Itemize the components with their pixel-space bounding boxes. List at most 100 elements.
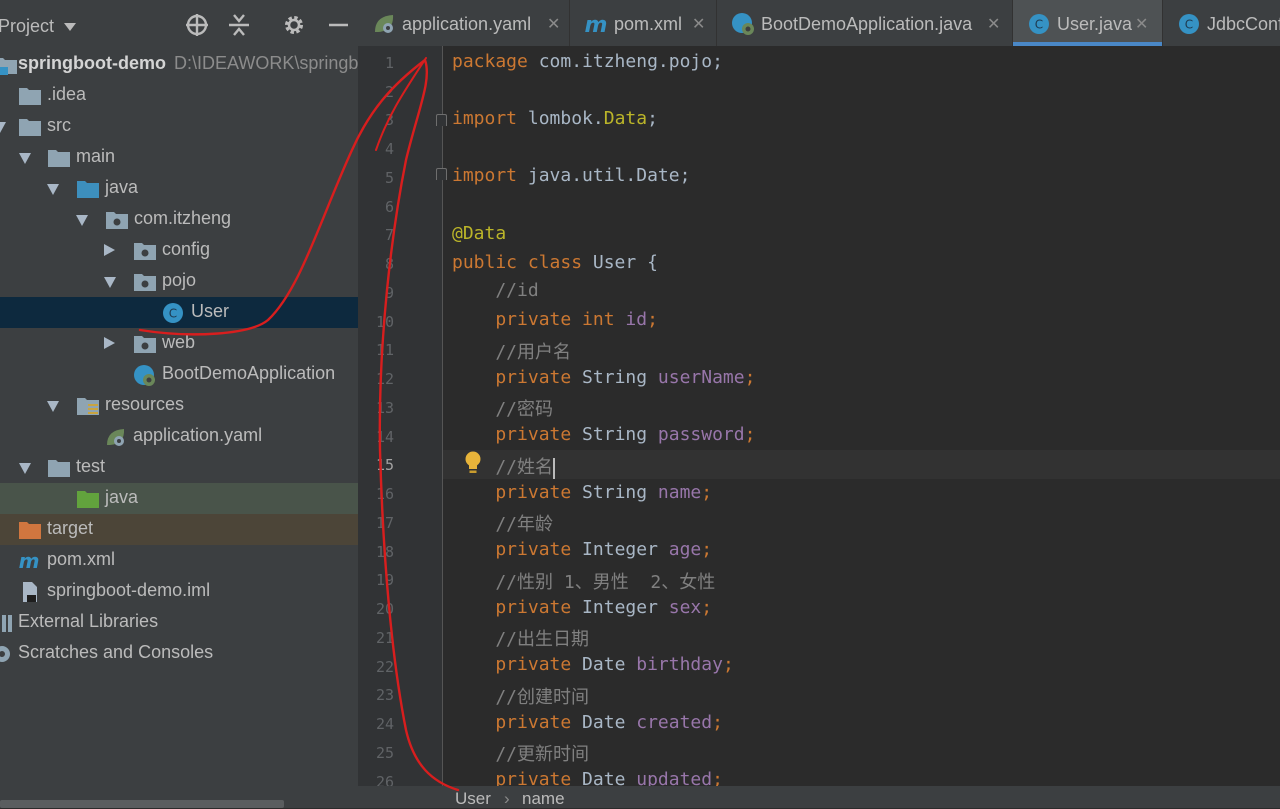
line-number: 16 xyxy=(375,485,394,503)
code-line-25: //更新时间 xyxy=(452,744,590,765)
close-icon[interactable]: ✕ xyxy=(547,14,560,34)
tree-item-label: pom.xml xyxy=(47,549,116,569)
code-line-1: package com.itzheng.pojo; xyxy=(452,51,723,72)
hide-panel-icon[interactable] xyxy=(326,12,352,38)
tree-item-label: test xyxy=(76,456,106,476)
tree-item-resources[interactable]: resources xyxy=(0,390,358,421)
tree-item-target[interactable]: target xyxy=(0,514,358,545)
tree-item-scratches[interactable]: Scratches and Consoles xyxy=(0,638,358,669)
tree-item-pojo[interactable]: pojo xyxy=(0,266,358,297)
tree-item-java-test[interactable]: java xyxy=(0,483,358,514)
line-number: 10 xyxy=(375,313,394,331)
tree-item-main[interactable]: main xyxy=(0,142,358,173)
tab-label: BootDemoApplication.java xyxy=(761,14,973,34)
tree-item-label: External Libraries xyxy=(18,611,159,631)
line-number: 1 xyxy=(384,54,394,72)
spring-boot-class-icon xyxy=(732,13,754,35)
collapsed-arrow-icon[interactable] xyxy=(104,337,115,349)
tree-item-iml[interactable]: springboot-demo.iml xyxy=(0,576,358,607)
line-number: 22 xyxy=(375,658,394,676)
fold-marker-icon[interactable] xyxy=(436,168,447,180)
code-line-24: private Date created; xyxy=(452,712,723,733)
line-number: 9 xyxy=(384,284,394,302)
tree-item-label: BootDemoApplication xyxy=(162,363,336,383)
expanded-arrow-icon[interactable] xyxy=(76,215,88,226)
tab-user-java[interactable]: C User.java ✕ xyxy=(1013,0,1163,46)
close-icon[interactable]: ✕ xyxy=(692,14,705,34)
spring-config-icon xyxy=(107,429,125,446)
code-line-20: private Integer sex; xyxy=(452,597,713,618)
line-number: 19 xyxy=(375,571,394,589)
breadcrumb-class[interactable]: User xyxy=(455,789,491,809)
scratches-icon xyxy=(0,646,10,662)
line-number: 13 xyxy=(375,399,394,417)
close-icon[interactable]: ✕ xyxy=(987,14,1000,34)
project-panel: Project springboot-demo D:\IDEAWORK\sprin… xyxy=(0,0,358,808)
line-number: 25 xyxy=(375,744,394,762)
tree-item-user-class[interactable]: C User xyxy=(0,297,358,328)
project-view-dropdown[interactable]: Project xyxy=(0,16,77,37)
code-line-17: //年龄 xyxy=(452,514,554,535)
folder-icon xyxy=(48,150,70,167)
tree-item-springboot-demo[interactable]: springboot-demo D:\IDEAWORK\springb xyxy=(0,49,358,80)
tree-item-web[interactable]: web xyxy=(0,328,358,359)
code-line-11: //用户名 xyxy=(452,342,572,363)
line-number: 17 xyxy=(375,514,394,532)
tab-pom-xml[interactable]: m pom.xml ✕ xyxy=(570,0,717,46)
code-line-18: private Integer age; xyxy=(452,539,713,560)
code-line-3: import lombok.Data; xyxy=(452,108,658,129)
tree-item-idea[interactable]: .idea xyxy=(0,80,358,111)
expanded-arrow-icon[interactable] xyxy=(47,184,59,195)
tree-item-label: resources xyxy=(105,394,185,414)
breadcrumb-field[interactable]: name xyxy=(522,789,565,809)
tab-bootdemoapplication[interactable]: BootDemoApplication.java ✕ xyxy=(717,0,1013,46)
tab-application-yaml[interactable]: application.yaml ✕ xyxy=(358,0,570,46)
tree-item-application-yaml[interactable]: application.yaml xyxy=(0,421,358,452)
maven-icon: m xyxy=(585,13,608,36)
tab-jdbcconfig[interactable]: C JdbcConf xyxy=(1163,0,1280,46)
line-number-current: 15 xyxy=(375,456,394,474)
expanded-arrow-icon[interactable] xyxy=(47,401,59,412)
tree-item-java-source[interactable]: java xyxy=(0,173,358,204)
java-class-icon: C xyxy=(1029,14,1049,34)
library-icon xyxy=(2,615,12,632)
line-number: 14 xyxy=(375,428,394,446)
collapse-all-icon[interactable] xyxy=(226,12,252,38)
gear-icon[interactable] xyxy=(281,12,307,38)
expanded-arrow-icon[interactable] xyxy=(19,153,31,164)
editor-tab-bar: application.yaml ✕ m pom.xml ✕ BootDemoA… xyxy=(358,0,1280,46)
close-icon[interactable]: ✕ xyxy=(1135,14,1148,34)
tree-item-label: web xyxy=(162,332,196,352)
tree-item-src[interactable]: src xyxy=(0,111,358,142)
line-number: 6 xyxy=(384,198,394,216)
package-icon xyxy=(134,336,156,353)
code-editor[interactable]: 1 2 3 4 5 6 7 8 9 10 11 12 13 14 15 16 1… xyxy=(358,46,1280,786)
line-number: 4 xyxy=(384,140,394,158)
code-line-26: private Date updated; xyxy=(452,769,723,786)
tree-item-label: main xyxy=(76,146,116,166)
spring-config-icon xyxy=(375,15,394,33)
tree-item-pom-xml[interactable]: m pom.xml xyxy=(0,545,358,576)
tab-label: JdbcConf xyxy=(1207,14,1280,34)
fold-marker-icon[interactable] xyxy=(436,114,447,126)
locate-file-icon[interactable] xyxy=(184,12,210,38)
tab-label: pom.xml xyxy=(614,14,683,34)
text-caret xyxy=(553,457,556,479)
project-view-title: Project xyxy=(0,16,55,36)
tree-item-com-itzheng[interactable]: com.itzheng xyxy=(0,204,358,235)
tree-item-test[interactable]: test xyxy=(0,452,358,483)
svg-text:m: m xyxy=(585,13,608,36)
line-number: 24 xyxy=(375,715,394,733)
tree-item-config[interactable]: config xyxy=(0,235,358,266)
tab-label: User.java xyxy=(1057,14,1133,34)
expanded-arrow-icon[interactable] xyxy=(104,277,116,288)
horizontal-scrollbar[interactable] xyxy=(0,800,284,808)
expanded-arrow-icon[interactable] xyxy=(0,122,6,133)
tree-item-bootdemoapplication[interactable]: BootDemoApplication xyxy=(0,359,358,390)
expanded-arrow-icon[interactable] xyxy=(19,463,31,474)
breadcrumb-separator: › xyxy=(504,789,510,808)
collapsed-arrow-icon[interactable] xyxy=(104,244,115,256)
svg-text:C: C xyxy=(1035,18,1043,32)
tree-item-external-libraries[interactable]: External Libraries xyxy=(0,607,358,638)
line-number: 21 xyxy=(375,629,394,647)
